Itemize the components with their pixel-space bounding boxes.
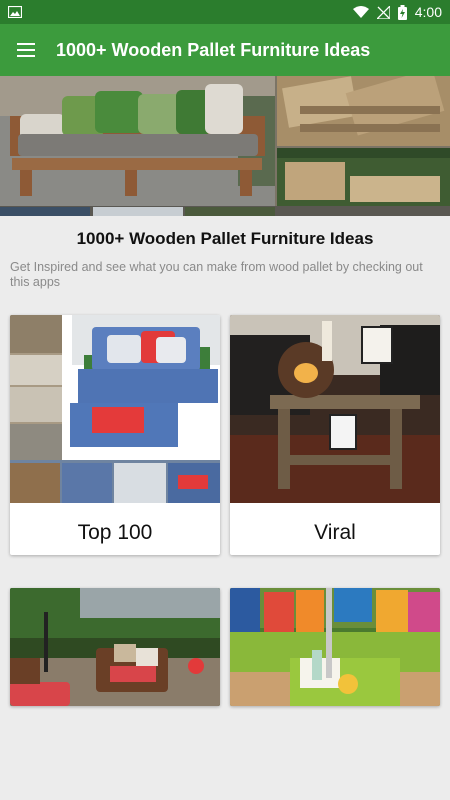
intro-description: Get Inspired and see what you can make f… <box>10 260 423 289</box>
category-card-viral[interactable]: Viral <box>230 315 440 555</box>
battery-charging-icon <box>397 4 407 20</box>
category-thumbnail-patio <box>10 588 220 706</box>
category-card-outdoor-seating[interactable] <box>230 588 440 706</box>
no-signal-icon <box>376 5 390 19</box>
app-title: 1000+ Wooden Pallet Furniture Ideas <box>56 39 371 60</box>
wifi-icon <box>352 6 369 18</box>
category-thumbnail-outdoor-seating <box>230 588 440 706</box>
status-time: 4:00 <box>414 4 442 20</box>
intro-heading: 1000+ Wooden Pallet Furniture Ideas <box>76 229 374 248</box>
menu-icon[interactable] <box>0 24 52 76</box>
category-thumbnail-viral <box>230 315 440 503</box>
app-bar: 1000+ Wooden Pallet Furniture Ideas <box>0 24 450 76</box>
category-card-top-100[interactable]: Top 100 <box>10 315 220 555</box>
category-card-patio[interactable] <box>10 588 220 706</box>
hero-banner-image <box>0 76 450 216</box>
gallery-notification-icon <box>8 6 22 18</box>
status-bar: 4:00 <box>0 0 450 24</box>
category-label: Viral <box>314 521 356 544</box>
category-thumbnail-top-100 <box>10 315 220 503</box>
category-label: Top 100 <box>77 521 153 544</box>
